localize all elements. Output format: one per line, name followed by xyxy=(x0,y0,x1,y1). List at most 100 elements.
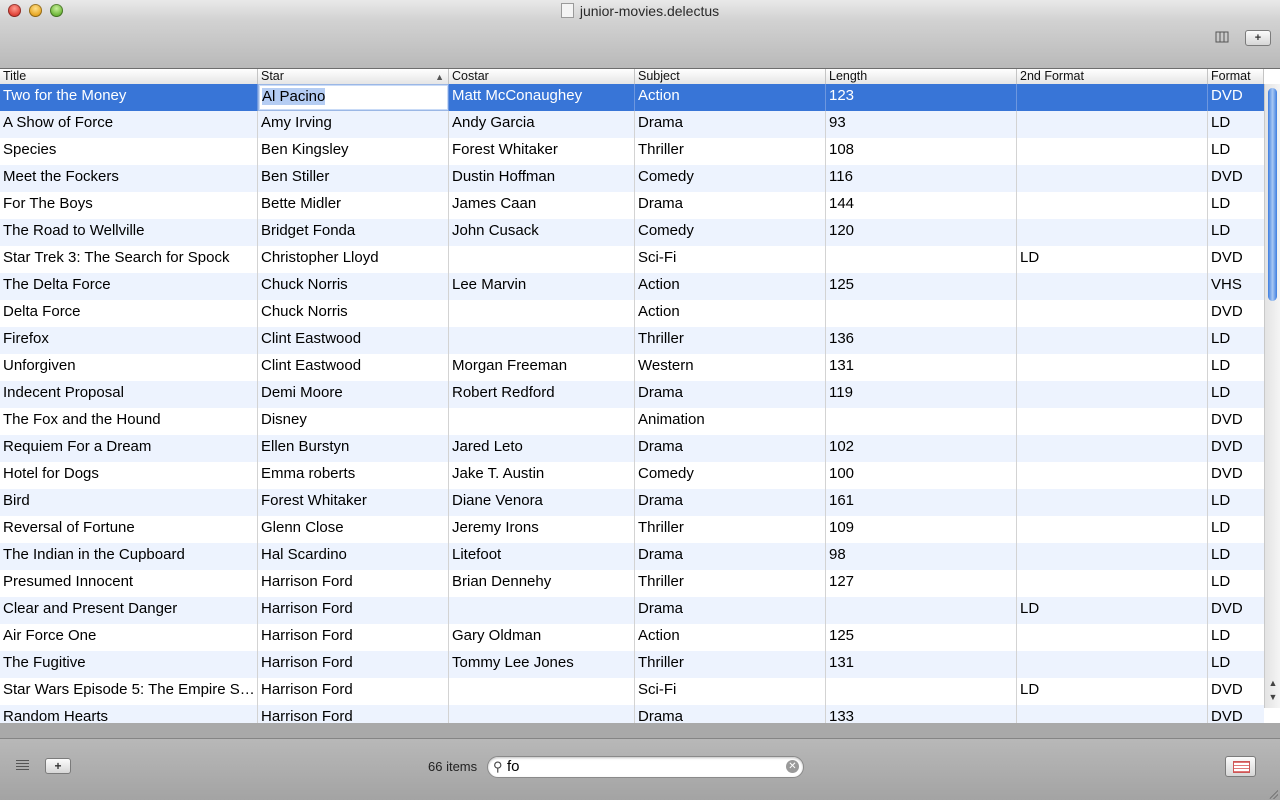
cell-format[interactable]: VHS xyxy=(1208,273,1264,300)
cell-format[interactable]: LD xyxy=(1208,111,1264,138)
cell-subject[interactable]: Thriller xyxy=(635,516,826,543)
cell-star[interactable]: Ben Kingsley xyxy=(258,138,449,165)
cell-second-format[interactable] xyxy=(1017,165,1208,192)
table-row[interactable]: Random Hearts Harrison Ford Drama 133 DVD xyxy=(0,705,1264,723)
cell-costar[interactable]: James Caan xyxy=(449,192,635,219)
cell-subject[interactable]: Comedy xyxy=(635,219,826,246)
table-row[interactable]: Meet the Fockers Ben Stiller Dustin Hoffma… xyxy=(0,165,1264,192)
cell-star[interactable]: Forest Whitaker xyxy=(258,489,449,516)
cell-format[interactable]: LD xyxy=(1208,489,1264,516)
cell-second-format[interactable]: LD xyxy=(1017,597,1208,624)
table-row[interactable]: Bird Forest Whitaker Diane Venora Drama 161 L… xyxy=(0,489,1264,516)
cell-costar[interactable]: Lee Marvin xyxy=(449,273,635,300)
cell-length[interactable] xyxy=(826,246,1017,273)
table-row[interactable]: Firefox Clint Eastwood Thriller 136 LD xyxy=(0,327,1264,354)
cell-title[interactable]: The Fox and the Hound xyxy=(0,408,258,435)
cell-length[interactable]: 102 xyxy=(826,435,1017,462)
cell-second-format[interactable] xyxy=(1017,651,1208,678)
column-header-length[interactable]: Length xyxy=(826,69,1017,84)
cell-title[interactable]: Indecent Proposal xyxy=(0,381,258,408)
cell-costar[interactable] xyxy=(449,246,635,273)
table-row[interactable]: The Indian in the Cupboard Hal Scardino Li… xyxy=(0,543,1264,570)
cell-subject[interactable]: Action xyxy=(635,273,826,300)
cell-costar[interactable]: Jared Leto xyxy=(449,435,635,462)
cell-costar[interactable]: Jeremy Irons xyxy=(449,516,635,543)
cell-star[interactable]: Chuck Norris xyxy=(258,273,449,300)
clear-search-icon[interactable]: ✕ xyxy=(786,760,799,773)
cell-title[interactable]: Requiem For a Dream xyxy=(0,435,258,462)
cell-title[interactable]: The Delta Force xyxy=(0,273,258,300)
search-field[interactable]: ⚲ ✕ xyxy=(487,756,804,778)
scroll-up-arrow[interactable]: ▲ xyxy=(1267,678,1279,690)
cell-format[interactable]: LD xyxy=(1208,219,1264,246)
cell-format[interactable]: DVD xyxy=(1208,165,1264,192)
cell-title[interactable]: Species xyxy=(0,138,258,165)
column-header-star[interactable]: Star ▲ xyxy=(258,69,449,84)
table-row[interactable]: Star Trek 3: The Search for Spock Christo… xyxy=(0,246,1264,273)
table-row[interactable]: Hotel for Dogs Emma roberts Jake T. Austin… xyxy=(0,462,1264,489)
cell-length[interactable]: 98 xyxy=(826,543,1017,570)
column-header-costar[interactable]: Costar xyxy=(449,69,635,84)
cell-subject[interactable]: Drama xyxy=(635,597,826,624)
cell-star[interactable]: Harrison Ford xyxy=(258,651,449,678)
cell-star[interactable]: Clint Eastwood xyxy=(258,327,449,354)
cell-length[interactable]: 133 xyxy=(826,705,1017,723)
cell-subject[interactable]: Action xyxy=(635,624,826,651)
cell-costar[interactable]: Forest Whitaker xyxy=(449,138,635,165)
cell-format[interactable]: DVD xyxy=(1208,435,1264,462)
cell-title[interactable]: Two for the Money xyxy=(0,84,258,111)
cell-title[interactable]: Star Wars Episode 5: The Empire St… xyxy=(0,678,258,705)
cell-second-format[interactable] xyxy=(1017,354,1208,381)
table-row[interactable]: The Fugitive Harrison Ford Tommy Lee Jones… xyxy=(0,651,1264,678)
cell-length[interactable]: 116 xyxy=(826,165,1017,192)
cell-format[interactable]: DVD xyxy=(1208,84,1264,111)
cell-title[interactable]: Reversal of Fortune xyxy=(0,516,258,543)
cell-format[interactable]: LD xyxy=(1208,381,1264,408)
cell-second-format[interactable] xyxy=(1017,327,1208,354)
cell-length[interactable]: 123 xyxy=(826,84,1017,111)
cell-star[interactable]: Ellen Burstyn xyxy=(258,435,449,462)
columns-button[interactable] xyxy=(1213,30,1231,44)
cell-star-editor[interactable]: Al Pacino xyxy=(258,84,449,111)
cell-length[interactable] xyxy=(826,408,1017,435)
cell-length[interactable]: 119 xyxy=(826,381,1017,408)
cell-costar[interactable]: Jake T. Austin xyxy=(449,462,635,489)
cell-subject[interactable]: Drama xyxy=(635,543,826,570)
cell-format[interactable]: DVD xyxy=(1208,678,1264,705)
cell-star[interactable]: Bridget Fonda xyxy=(258,219,449,246)
cell-format[interactable]: LD xyxy=(1208,516,1264,543)
cell-subject[interactable]: Action xyxy=(635,84,826,111)
cell-subject[interactable]: Action xyxy=(635,300,826,327)
cell-title[interactable]: For The Boys xyxy=(0,192,258,219)
table-row[interactable]: For The Boys Bette Midler James Caan Drama 1… xyxy=(0,192,1264,219)
cell-costar[interactable]: Litefoot xyxy=(449,543,635,570)
cell-format[interactable]: DVD xyxy=(1208,462,1264,489)
cell-subject[interactable]: Drama xyxy=(635,192,826,219)
table-row[interactable]: Species Ben Kingsley Forest Whitaker Thrill… xyxy=(0,138,1264,165)
table-row[interactable]: A Show of Force Amy Irving Andy Garcia Dram… xyxy=(0,111,1264,138)
cell-second-format[interactable] xyxy=(1017,516,1208,543)
cell-second-format[interactable] xyxy=(1017,489,1208,516)
cell-second-format[interactable] xyxy=(1017,138,1208,165)
cell-subject[interactable]: Thriller xyxy=(635,651,826,678)
cell-star[interactable]: Bette Midler xyxy=(258,192,449,219)
cell-subject[interactable]: Drama xyxy=(635,435,826,462)
add-column-button[interactable]: + xyxy=(1245,30,1271,46)
cell-length[interactable]: 125 xyxy=(826,624,1017,651)
table-row[interactable]: The Fox and the Hound Disney Animation DVD xyxy=(0,408,1264,435)
cell-length[interactable]: 100 xyxy=(826,462,1017,489)
cell-length[interactable]: 131 xyxy=(826,651,1017,678)
cell-costar[interactable]: Morgan Freeman xyxy=(449,354,635,381)
cell-costar[interactable] xyxy=(449,705,635,723)
table-row[interactable]: The Delta Force Chuck Norris Lee Marvin Act… xyxy=(0,273,1264,300)
cell-format[interactable]: DVD xyxy=(1208,705,1264,723)
cell-star[interactable]: Amy Irving xyxy=(258,111,449,138)
cell-length[interactable]: 131 xyxy=(826,354,1017,381)
cell-title[interactable]: Unforgiven xyxy=(0,354,258,381)
cell-costar[interactable]: Dustin Hoffman xyxy=(449,165,635,192)
list-icon[interactable] xyxy=(16,760,29,771)
cell-star[interactable]: Disney xyxy=(258,408,449,435)
table-row[interactable]: Air Force One Harrison Ford Gary Oldman Act… xyxy=(0,624,1264,651)
cell-second-format[interactable] xyxy=(1017,543,1208,570)
cell-length[interactable] xyxy=(826,300,1017,327)
